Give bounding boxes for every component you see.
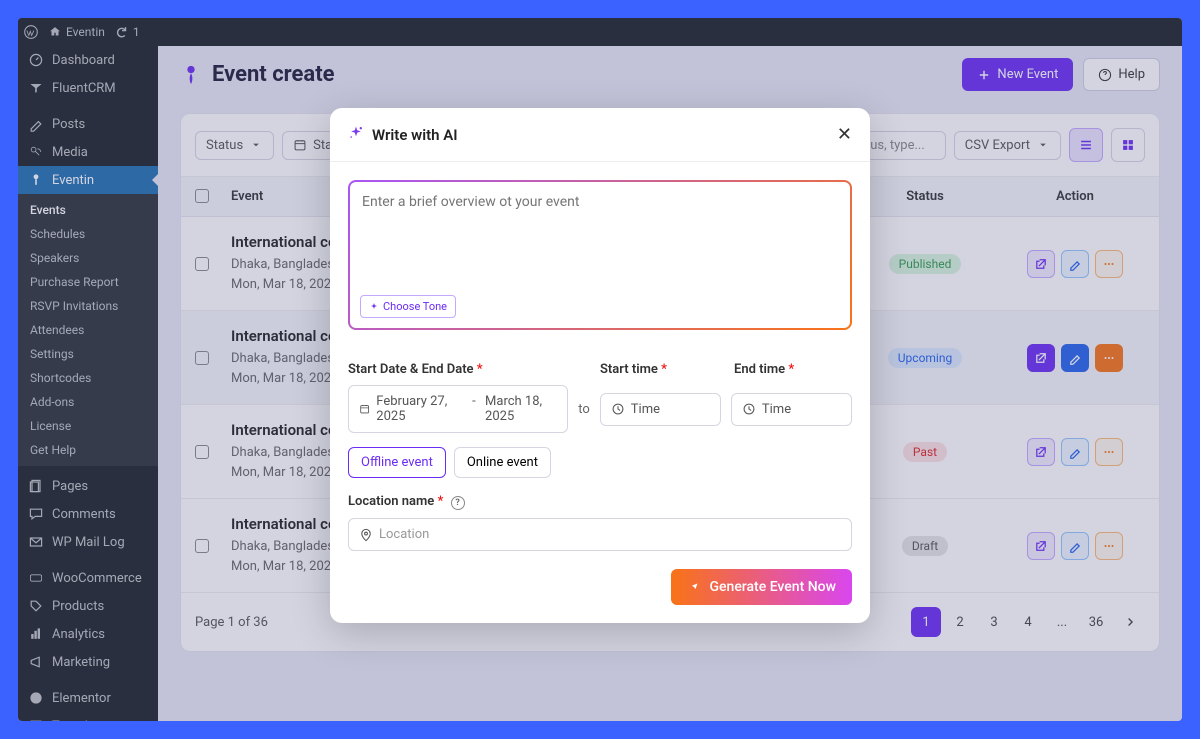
write-ai-modal: Write with AI ✕ Choose Tone Start Date &…: [330, 108, 870, 623]
generate-event-button[interactable]: Generate Event Now: [671, 569, 852, 605]
start-time-input[interactable]: Time: [600, 393, 721, 426]
modal-overlay[interactable]: Write with AI ✕ Choose Tone Start Date &…: [18, 18, 1182, 721]
modal-title: Write with AI: [372, 126, 458, 144]
help-icon[interactable]: ?: [451, 496, 465, 510]
offline-event-chip[interactable]: Offline event: [348, 447, 446, 478]
online-event-chip[interactable]: Online event: [454, 447, 551, 478]
overview-input[interactable]: [362, 194, 838, 284]
end-time-input[interactable]: Time: [731, 393, 852, 426]
sparkle-icon: [348, 125, 364, 145]
date-range-input[interactable]: February 27, 2025 - March 18, 2025: [348, 385, 568, 433]
to-label: to: [578, 402, 590, 417]
choose-tone-button[interactable]: Choose Tone: [360, 295, 456, 318]
ai-overview-box: Choose Tone: [348, 180, 852, 330]
close-button[interactable]: ✕: [837, 124, 852, 145]
location-input[interactable]: Location: [348, 518, 852, 551]
